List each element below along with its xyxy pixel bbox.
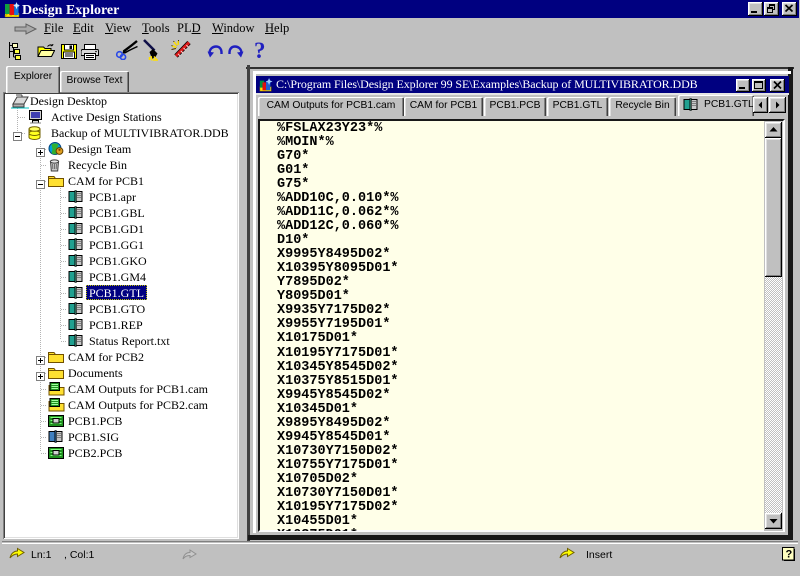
svg-text:?: ? [786, 549, 793, 561]
